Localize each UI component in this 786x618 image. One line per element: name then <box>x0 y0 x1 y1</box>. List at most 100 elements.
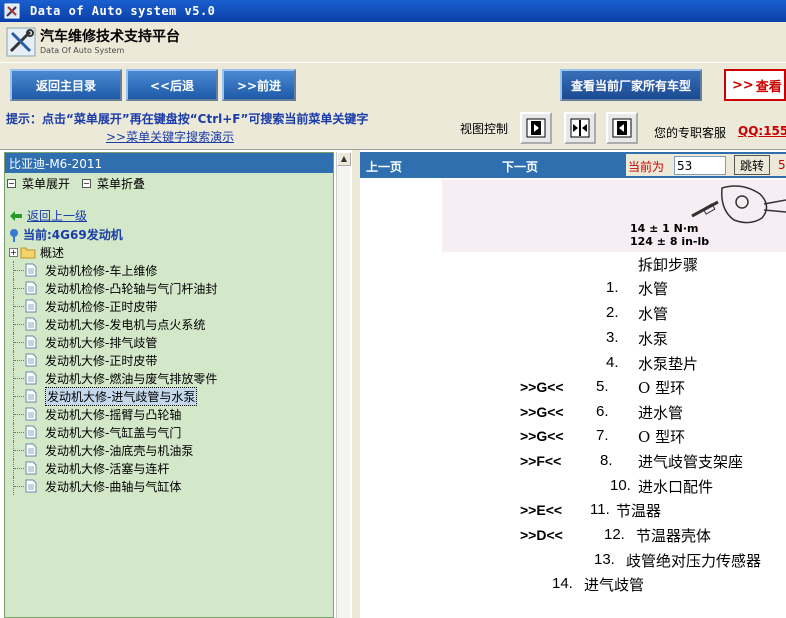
view-split-button[interactable] <box>564 112 596 144</box>
document-icon <box>25 263 37 277</box>
tree-item[interactable]: 发动机大修-摇臂与凸轮轴 <box>9 405 329 423</box>
page-number-input[interactable] <box>674 156 726 175</box>
tree-item[interactable]: 发动机检修-车上维修 <box>9 261 329 279</box>
document-icon <box>25 461 37 475</box>
service-qq-link[interactable]: QQ:155 <box>738 124 786 138</box>
removal-step: 10. 进水口配件 <box>360 476 786 498</box>
step-part-name: 水管 <box>638 305 669 323</box>
search-demo-link[interactable]: >>菜单关键字搜索演示 <box>106 128 234 145</box>
step-number: 3. <box>606 329 619 346</box>
tree-folder-overview[interactable]: + 概述 <box>9 243 329 261</box>
service-label: 您的专职客服 <box>654 126 727 140</box>
removal-step: >>F<< 8. 进气歧管支架座 <box>360 451 786 473</box>
home-button[interactable]: 返回主目录 <box>10 69 122 101</box>
tree-item[interactable]: 发动机大修-曲轴与气缸体 <box>9 477 329 495</box>
location-pin-icon <box>10 228 18 242</box>
tree-item-label: 发动机检修-正时皮带 <box>45 299 158 314</box>
tree-item-label: 发动机大修-气缸盖与气门 <box>45 425 182 440</box>
tree-item[interactable]: 发动机大修-进气歧管与水泵 <box>9 386 329 406</box>
tree-connector <box>13 423 24 441</box>
menu-collapse-button[interactable]: 菜单折叠 <box>82 175 145 192</box>
plus-expander-icon[interactable]: + <box>9 247 18 257</box>
removal-step: >>E<< 11. 节温器 <box>360 500 786 522</box>
next-page-button[interactable]: 下一页 <box>502 158 538 175</box>
tree-item[interactable]: 发动机大修-油底壳与机油泵 <box>9 441 329 459</box>
app-wrench-icon <box>4 3 20 19</box>
back-level-row: 返回上一级 <box>9 207 87 224</box>
step-ref-code: >>E<< <box>520 502 563 518</box>
tree-item-label: 发动机检修-凸轮轴与气门杆油封 <box>45 281 218 296</box>
removal-step: >>D<< 12. 节温器壳体 <box>360 525 786 547</box>
view-button[interactable]: >> 查看 <box>724 69 786 101</box>
tree-item[interactable]: 发动机大修-气缸盖与气门 <box>9 423 329 441</box>
removal-step: 1. 水管 <box>360 278 786 300</box>
tree-connector <box>13 441 24 459</box>
tree-connector <box>13 279 24 297</box>
tree-items: 发动机检修-车上维修 发动机检修-凸轮轴与气门杆油封 发动机检修-正时皮带 发动机大修… <box>9 261 329 495</box>
tree-item-label: 发动机大修-进气歧管与水泵 <box>45 386 198 406</box>
step-ref-code: >>G<< <box>520 404 564 420</box>
tree-list: + 概述 发动机检修-车上维修发动机检修-凸轮轴与气门杆油封 发动机检修-正时皮带… <box>9 243 329 495</box>
page-jump-group: 当前为 跳转 5 <box>626 154 786 176</box>
tree-scrollbar[interactable]: ▲ <box>336 152 351 618</box>
removal-step: 13. 歧管绝对压力传感器 <box>360 550 786 572</box>
menu-ops-row: 菜单展开 菜单折叠 <box>5 173 333 193</box>
menu-tree: 比亚迪-M6-2011 菜单展开 菜单折叠 返回上一级 当前:4G69发动机 +… <box>4 152 334 618</box>
page-nav-bar: 上一页 下一页 当前为 跳转 5 <box>360 152 786 178</box>
jump-button[interactable]: 跳转 <box>734 155 770 175</box>
step-number: 2. <box>606 304 619 321</box>
view-right-button[interactable] <box>520 112 552 144</box>
scroll-up-arrow-icon[interactable]: ▲ <box>337 152 351 166</box>
tree-connector <box>13 351 24 369</box>
platform-subtitle: Data Of Auto System <box>40 45 125 55</box>
forward-button[interactable]: >>前进 <box>222 69 296 101</box>
tree-item-label: 发动机大修-曲轴与气缸体 <box>45 479 182 494</box>
title-bar: Data of Auto system v5.0 <box>0 0 786 22</box>
tree-item[interactable]: 发动机检修-正时皮带 <box>9 297 329 315</box>
document-icon <box>25 407 37 421</box>
tree-item-label: 发动机大修-油底壳与机油泵 <box>45 443 194 458</box>
document-icon <box>25 317 37 331</box>
tree-item-label: 发动机大修-发电机与点火系统 <box>45 317 206 332</box>
menu-expand-button[interactable]: 菜单展开 <box>7 175 70 192</box>
tree-connector <box>13 297 24 315</box>
tree-item[interactable]: 发动机大修-活塞与连杆 <box>9 459 329 477</box>
current-node-row: 当前:4G69发动机 <box>9 226 123 243</box>
removal-step: 2. 水管 <box>360 303 786 325</box>
tree-connector <box>13 315 24 333</box>
view-left-button[interactable] <box>606 112 638 144</box>
tree-item-label: 发动机大修-活塞与连杆 <box>45 461 170 476</box>
step-part-name: 水泵垫片 <box>638 355 699 373</box>
tree-item[interactable]: 发动机大修-正时皮带 <box>9 351 329 369</box>
removal-step: 3. 水泵 <box>360 328 786 350</box>
tree-item[interactable]: 发动机大修-排气歧管 <box>9 333 329 351</box>
tree-item-label: 发动机检修-车上维修 <box>45 263 158 278</box>
hint-bar: 提示：点击“菜单展开”再在键盘按“Ctrl+F”可搜索当前菜单关键字 >>菜单关… <box>0 108 786 150</box>
collapse-box-icon <box>82 178 92 188</box>
prev-page-button[interactable]: 上一页 <box>366 158 402 175</box>
document-icon <box>25 371 37 385</box>
step-ref-code: >>G<< <box>520 428 564 444</box>
right-panel: 上一页 下一页 当前为 跳转 5 14 ± 1 N·m 1 <box>360 150 786 618</box>
tree-header: 比亚迪-M6-2011 <box>5 153 333 173</box>
all-models-button[interactable]: 查看当前厂家所有车型 <box>560 69 702 101</box>
pane-right-icon <box>526 118 546 138</box>
removal-step: 14. 进气歧管 <box>360 574 786 596</box>
step-number: 7. <box>596 427 609 444</box>
back-button[interactable]: <<后退 <box>126 69 218 101</box>
step-part-name: 节温器 <box>616 502 662 520</box>
tree-connector <box>13 459 24 477</box>
document-icon <box>25 425 37 439</box>
tree-folder-label: 概述 <box>40 245 65 260</box>
view-control-label: 视图控制 <box>460 122 509 136</box>
removal-step: >>G<< 6. 进水管 <box>360 402 786 424</box>
left-panel: 比亚迪-M6-2011 菜单展开 菜单折叠 返回上一级 当前:4G69发动机 +… <box>0 150 352 618</box>
step-ref-code: >>D<< <box>520 527 563 543</box>
step-part-name: 进气歧管支架座 <box>638 453 744 471</box>
back-level-link[interactable]: 返回上一级 <box>27 207 87 224</box>
tree-item[interactable]: 发动机大修-发电机与点火系统 <box>9 315 329 333</box>
removal-steps-title: 拆卸步骤 <box>638 256 699 274</box>
step-part-name: 歧管绝对压力传感器 <box>626 552 762 570</box>
tree-item[interactable]: 发动机检修-凸轮轴与气门杆油封 <box>9 279 329 297</box>
tree-item[interactable]: 发动机大修-燃油与废气排放零件 <box>9 369 329 387</box>
